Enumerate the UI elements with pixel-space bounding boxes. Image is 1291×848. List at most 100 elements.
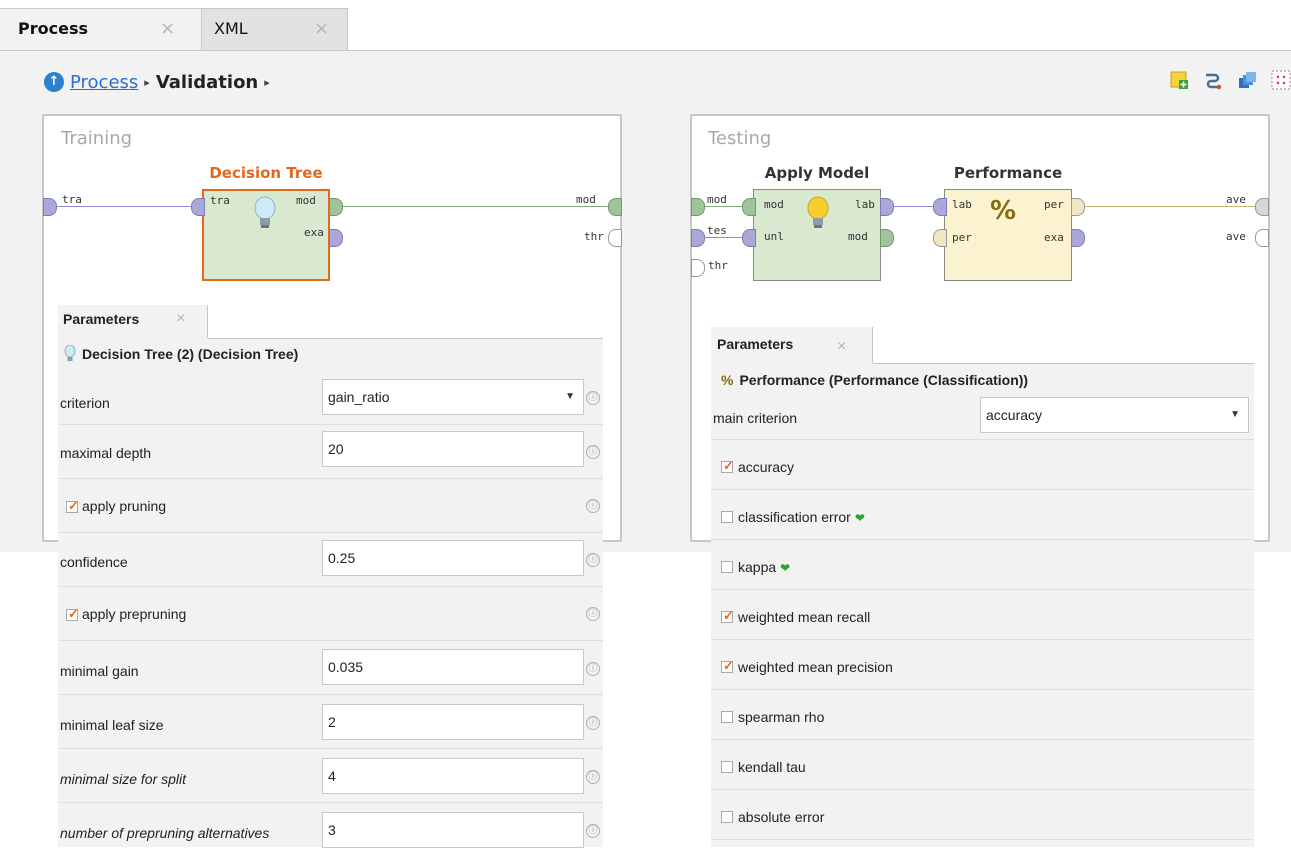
- info-icon[interactable]: ⓘ: [586, 607, 600, 621]
- port-testing-ave-1[interactable]: [1255, 198, 1269, 216]
- weighted-mean-recall-checkbox[interactable]: [721, 608, 734, 624]
- auto-wire-icon[interactable]: [1203, 70, 1223, 90]
- port-label: mod: [764, 198, 784, 211]
- param-label: absolute error: [738, 809, 825, 825]
- main-criterion-select[interactable]: accuracy ▼: [980, 397, 1249, 433]
- port-am-mod-out[interactable]: [880, 229, 894, 247]
- port-training-mod[interactable]: [608, 198, 622, 216]
- info-icon[interactable]: ⓘ: [586, 662, 600, 676]
- tab-xml-label: XML: [214, 19, 248, 38]
- param-label: apply prepruning: [82, 606, 187, 622]
- port-am-mod-in[interactable]: [742, 198, 756, 216]
- port-testing-tes[interactable]: [691, 229, 705, 247]
- port-testing-ave-2[interactable]: [1255, 229, 1269, 247]
- port-label: mod: [707, 193, 727, 206]
- port-dt-exa[interactable]: [329, 229, 343, 247]
- close-icon[interactable]: ×: [837, 330, 846, 364]
- param-label: criterion: [60, 395, 110, 411]
- tab-process[interactable]: Process ×: [0, 8, 202, 52]
- port-label: thr: [708, 259, 728, 272]
- parameters-tab[interactable]: Parameters ×: [58, 305, 208, 338]
- port-training-in[interactable]: [43, 198, 57, 216]
- port-label: mod: [848, 230, 868, 243]
- minimal-gain-input[interactable]: 0.035: [322, 649, 584, 685]
- kendall-tau-checkbox[interactable]: [721, 761, 733, 773]
- absolute-error-checkbox[interactable]: [721, 811, 733, 823]
- spearman-rho-checkbox[interactable]: [721, 711, 733, 723]
- accuracy-checkbox[interactable]: [721, 458, 734, 474]
- param-row-spearman-rho: spearman rho: [711, 690, 1254, 740]
- port-label: mod: [296, 194, 316, 207]
- param-row-weighted-mean-precision: weighted mean precision: [711, 640, 1254, 690]
- port-training-thr[interactable]: [608, 229, 622, 247]
- info-icon[interactable]: ⓘ: [586, 445, 600, 459]
- criterion-select[interactable]: gain_ratio ▼: [322, 379, 584, 415]
- port-label: per: [952, 231, 972, 244]
- close-icon[interactable]: ×: [176, 305, 185, 333]
- prepruning-alternatives-input[interactable]: 3: [322, 812, 584, 848]
- parameters-tab-label: Parameters: [63, 311, 140, 327]
- up-arrow-icon[interactable]: ↑: [44, 72, 64, 92]
- port-perf-per-in[interactable]: [933, 229, 947, 247]
- port-label: exa: [1044, 231, 1064, 244]
- param-label: number of prepruning alternatives: [60, 825, 270, 841]
- parameters-header-label: Performance (Performance (Classification…: [739, 372, 1029, 388]
- training-title: Training: [61, 128, 133, 149]
- port-perf-per-out[interactable]: [1071, 198, 1085, 216]
- port-perf-lab[interactable]: [933, 198, 947, 216]
- breadcrumb-current: Validation: [155, 71, 259, 93]
- wire-tes: [702, 237, 742, 238]
- info-icon[interactable]: ⓘ: [586, 553, 600, 567]
- port-testing-thr[interactable]: [691, 259, 705, 277]
- lightbulb-icon: [807, 196, 829, 228]
- port-perf-exa[interactable]: [1071, 229, 1085, 247]
- parameters-tab-label: Parameters: [717, 336, 794, 352]
- apply-prepruning-checkbox[interactable]: [66, 606, 79, 622]
- param-label: spearman rho: [738, 709, 825, 725]
- layers-icon[interactable]: [1237, 70, 1257, 90]
- main-criterion-value: accuracy: [986, 407, 1043, 423]
- info-icon[interactable]: ⓘ: [586, 499, 600, 513]
- chevron-down-icon: ▼: [565, 391, 575, 402]
- port-am-lab[interactable]: [880, 198, 894, 216]
- parameters-tab-strip: [208, 305, 603, 339]
- breadcrumb-process-link[interactable]: Process: [70, 72, 138, 93]
- info-icon[interactable]: ⓘ: [586, 770, 600, 784]
- parameters-panel-performance: Parameters × % Performance (Performance …: [711, 327, 1254, 847]
- parameters-tab[interactable]: Parameters ×: [711, 327, 873, 363]
- close-icon[interactable]: ×: [160, 9, 175, 49]
- port-testing-mod[interactable]: [691, 198, 705, 216]
- port-label: mod: [576, 193, 596, 206]
- add-note-icon[interactable]: [1169, 70, 1189, 90]
- param-row-apply-pruning: apply pruning ⓘ: [58, 479, 603, 533]
- port-label: thr: [584, 230, 604, 243]
- criterion-value: gain_ratio: [328, 389, 390, 405]
- confidence-input[interactable]: 0.25: [322, 540, 584, 576]
- chevron-right-icon: ▸: [144, 75, 150, 89]
- param-label: maximal depth: [60, 445, 152, 461]
- info-icon[interactable]: ⓘ: [586, 391, 600, 405]
- port-dt-tra[interactable]: [191, 198, 205, 216]
- param-row-criterion: criterion gain_ratio ▼ ⓘ: [58, 371, 603, 425]
- percent-icon: %: [721, 372, 734, 388]
- port-label: tra: [210, 194, 230, 207]
- info-icon[interactable]: ⓘ: [586, 824, 600, 838]
- classification-error-checkbox[interactable]: [721, 511, 733, 523]
- tab-xml[interactable]: XML ×: [202, 8, 348, 51]
- info-icon[interactable]: ⓘ: [586, 716, 600, 730]
- chevron-right-icon[interactable]: ▸: [264, 76, 270, 89]
- minimal-size-for-split-input[interactable]: 4: [322, 758, 584, 794]
- port-dt-mod[interactable]: [329, 198, 343, 216]
- maximal-depth-input[interactable]: 20: [322, 431, 584, 467]
- grid-icon[interactable]: [1271, 70, 1291, 90]
- kappa-checkbox[interactable]: [721, 561, 733, 573]
- close-icon[interactable]: ×: [314, 9, 329, 49]
- param-row-confidence: confidence 0.25 ⓘ: [58, 533, 603, 587]
- minimal-leaf-size-input[interactable]: 2: [322, 704, 584, 740]
- parameters-header: Decision Tree (2) (Decision Tree): [64, 345, 298, 363]
- port-am-unl[interactable]: [742, 229, 756, 247]
- weighted-mean-precision-checkbox[interactable]: [721, 658, 734, 674]
- apply-pruning-checkbox[interactable]: [66, 498, 79, 514]
- port-label: per: [1044, 198, 1064, 211]
- heart-icon: ❤: [854, 511, 865, 525]
